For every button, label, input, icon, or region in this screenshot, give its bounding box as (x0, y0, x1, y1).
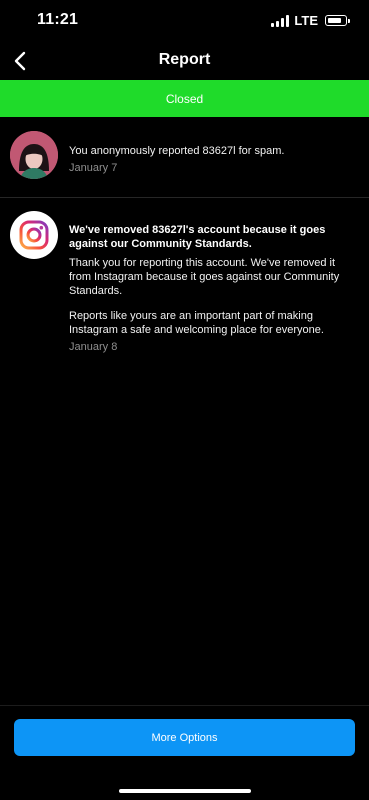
network-type: LTE (294, 13, 318, 28)
removal-date: January 8 (69, 341, 118, 353)
user-photo-icon (10, 131, 58, 179)
status-banner: Closed (0, 80, 369, 117)
footer-divider (0, 705, 369, 706)
signal-icon (271, 14, 290, 27)
report-date: January 7 (69, 162, 118, 174)
status-bar: 11:21 LTE (0, 0, 369, 44)
removal-body-2: Reports like yours are an important part… (69, 310, 324, 336)
home-indicator (119, 789, 251, 793)
page-title: Report (158, 51, 211, 68)
nav-bar: Report (0, 44, 369, 80)
report-text: You anonymously reported 83627l for spam… (69, 145, 285, 157)
divider (0, 197, 369, 198)
more-options-button[interactable]: More Options (14, 719, 355, 756)
status-indicators: LTE (271, 13, 350, 28)
status-time: 11:21 (37, 11, 79, 28)
battery-icon (325, 15, 350, 26)
removal-item: We've removed 83627l's account because i… (10, 211, 359, 354)
report-item: You anonymously reported 83627l for spam… (10, 131, 359, 179)
avatar (10, 131, 58, 179)
status-banner-label: Closed (165, 91, 204, 106)
instagram-avatar (10, 211, 58, 259)
instagram-logo-icon (19, 220, 49, 250)
removal-body-1: Thank you for reporting this account. We… (69, 257, 340, 297)
removal-heading: We've removed 83627l's account because i… (69, 224, 326, 250)
